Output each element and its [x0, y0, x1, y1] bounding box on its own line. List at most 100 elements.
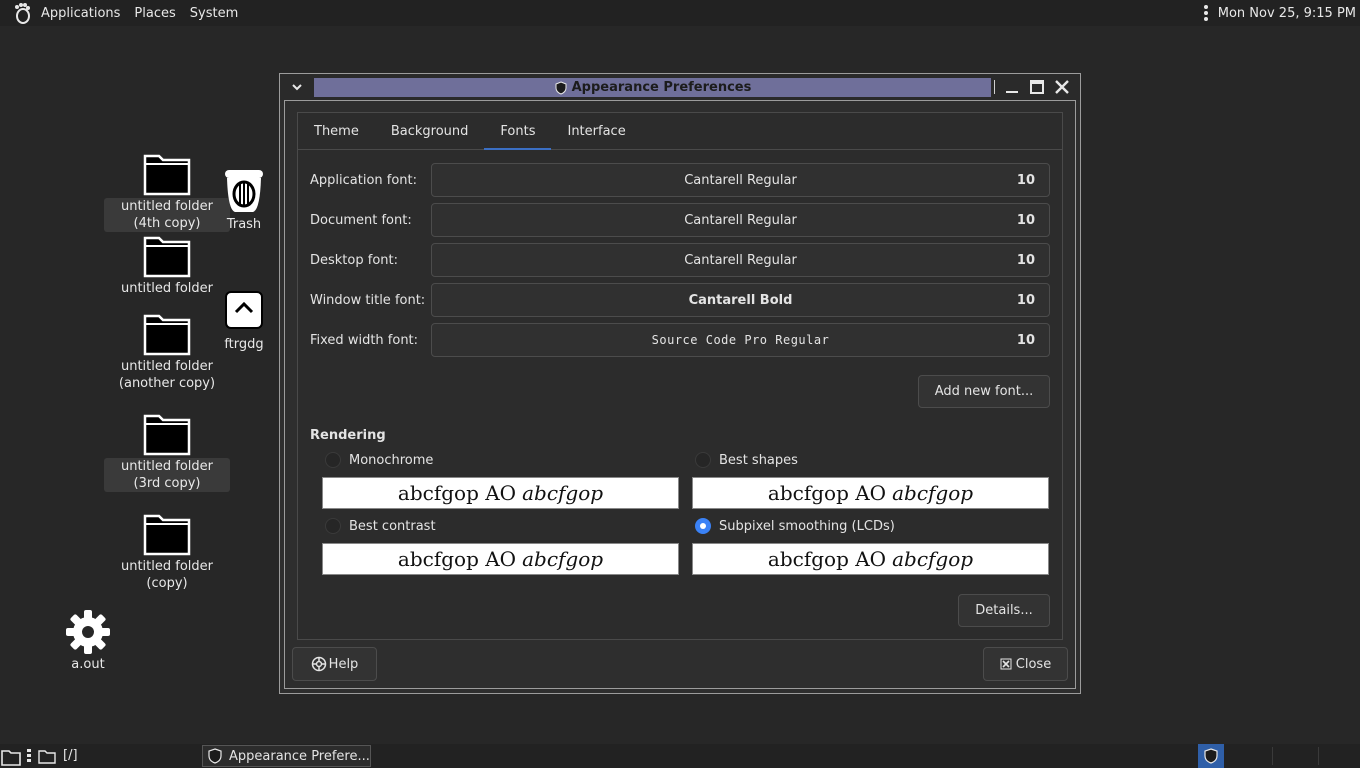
preview-italic: abcfgop	[892, 481, 974, 505]
tray-separator	[1318, 747, 1319, 765]
radio-button[interactable]	[325, 518, 341, 534]
details-button[interactable]: Details...	[958, 594, 1050, 627]
font-label: Application font:	[310, 172, 418, 188]
close-x-icon	[1000, 658, 1012, 670]
maximize-icon[interactable]	[1029, 79, 1045, 95]
title-separator	[994, 80, 995, 94]
file-browser-folder-icon[interactable]	[38, 748, 56, 764]
radio-label: Subpixel smoothing (LCDs)	[719, 518, 895, 534]
show-desktop-icon[interactable]	[0, 745, 22, 767]
help-button[interactable]: Help	[292, 647, 377, 681]
desktop-icon-folder-4th-copy[interactable]: untitled folder (4th copy)	[104, 148, 230, 232]
panel-handle-icon[interactable]	[27, 749, 31, 762]
tab-fonts[interactable]: Fonts	[484, 113, 552, 150]
preview-best-contrast: abcfgop AO abcfgop	[322, 543, 679, 575]
menu-system[interactable]: System	[183, 6, 245, 21]
font-label: Fixed width font:	[310, 332, 419, 348]
close-button[interactable]: Close	[983, 647, 1068, 681]
top-right-tray: Mon Nov 25, 9:15 PM	[1198, 0, 1356, 26]
add-new-font-button[interactable]: Add new font...	[918, 375, 1050, 408]
minimize-icon[interactable]	[1004, 79, 1020, 95]
gnome-foot-icon[interactable]	[10, 2, 32, 24]
window-menu-chevron-icon[interactable]	[290, 80, 304, 94]
desktop-icon-label: untitled folder (4th copy)	[104, 198, 230, 232]
font-size: 10	[1016, 292, 1035, 308]
menu-applications[interactable]: Applications	[34, 6, 127, 21]
font-row-window-title: Window title font: Cantarell Bold 10	[310, 283, 1050, 317]
tray-app-shield-icon[interactable]	[1198, 744, 1224, 768]
radio-label: Best shapes	[719, 452, 798, 468]
close-icon[interactable]	[1054, 79, 1070, 95]
tray-separator	[1272, 747, 1273, 765]
preview-best-shapes: abcfgop AO abcfgop	[692, 477, 1049, 509]
tab-background[interactable]: Background	[375, 113, 485, 150]
radio-best-contrast[interactable]: Best contrast	[325, 517, 436, 535]
app-shield-icon	[208, 748, 222, 764]
desktop-icon-a-out[interactable]: a.out	[58, 608, 118, 673]
font-label: Document font:	[310, 212, 412, 228]
radio-button[interactable]	[695, 452, 711, 468]
font-size: 10	[1016, 332, 1035, 348]
desktop-icon-label: untitled folder (another copy)	[118, 359, 216, 391]
desktop-icon-label: a.out	[71, 657, 105, 672]
desktop-icon-trash[interactable]: Trash	[214, 164, 274, 233]
font-name: Cantarell Regular	[684, 252, 797, 268]
radio-button[interactable]	[325, 452, 341, 468]
window-title-font-button[interactable]: Cantarell Bold 10	[431, 283, 1050, 317]
window-titlebar[interactable]: Appearance Preferences	[280, 74, 1080, 100]
preview-plain: abcfgop AO	[397, 547, 517, 571]
preview-plain: abcfgop AO	[767, 547, 887, 571]
desktop-font-button[interactable]: Cantarell Regular 10	[431, 243, 1050, 277]
font-name: Cantarell Regular	[684, 212, 797, 228]
folder-icon	[143, 514, 191, 556]
desktop-icon-folder-3rd-copy[interactable]: untitled folder (3rd copy)	[104, 408, 230, 492]
tab-theme[interactable]: Theme	[298, 113, 375, 150]
document-font-button[interactable]: Cantarell Regular 10	[431, 203, 1050, 237]
kebab-menu-icon[interactable]	[1198, 3, 1214, 23]
shield-icon	[1204, 748, 1218, 764]
menu-places[interactable]: Places	[127, 6, 182, 21]
radio-label: Monochrome	[349, 452, 434, 468]
desktop-icon-folder-another-copy[interactable]: untitled folder (another copy)	[104, 308, 230, 392]
tab-bar: Theme Background Fonts Interface	[298, 113, 1062, 150]
folder-icon	[143, 154, 191, 196]
font-name: Source Code Pro Regular	[651, 333, 830, 347]
desktop-icon-folder-copy[interactable]: untitled folder (copy)	[100, 508, 234, 592]
tab-interface[interactable]: Interface	[551, 113, 641, 150]
font-name: Cantarell Regular	[684, 172, 797, 188]
font-row-desktop: Desktop font: Cantarell Regular 10	[310, 243, 1050, 277]
folder-icon	[143, 236, 191, 278]
preview-italic: abcfgop	[522, 481, 604, 505]
path-indicator[interactable]: [/]	[63, 748, 78, 763]
radio-button-selected[interactable]	[695, 518, 711, 534]
font-size: 10	[1016, 172, 1035, 188]
preview-subpixel-smoothing: abcfgop AO abcfgop	[692, 543, 1049, 575]
help-lifebuoy-icon	[311, 656, 326, 672]
top-menu: Applications Places System	[0, 0, 245, 26]
desktop-icon-folder[interactable]: untitled folder	[104, 230, 230, 297]
clock[interactable]: Mon Nov 25, 9:15 PM	[1218, 6, 1356, 21]
gear-icon	[66, 610, 110, 654]
fixed-width-font-button[interactable]: Source Code Pro Regular 10	[431, 323, 1050, 357]
close-label: Close	[1015, 656, 1052, 672]
font-size: 10	[1016, 252, 1035, 268]
folder-icon	[143, 314, 191, 356]
desktop-icon-label: untitled folder	[120, 281, 213, 296]
folder-icon	[143, 414, 191, 456]
title-bar-fill: Appearance Preferences	[314, 78, 991, 97]
application-font-button[interactable]: Cantarell Regular 10	[431, 163, 1050, 197]
font-row-application: Application font: Cantarell Regular 10	[310, 163, 1050, 197]
radio-subpixel-smoothing[interactable]: Subpixel smoothing (LCDs)	[695, 517, 895, 535]
file-icon	[225, 291, 263, 329]
radio-label: Best contrast	[349, 518, 436, 534]
preview-italic: abcfgop	[892, 547, 974, 571]
radio-monochrome[interactable]: Monochrome	[325, 451, 433, 469]
font-size: 10	[1016, 212, 1035, 228]
preferences-notebook: Theme Background Fonts Interface Applica…	[297, 112, 1063, 640]
font-name: Cantarell Bold	[688, 292, 793, 308]
font-row-document: Document font: Cantarell Regular 10	[310, 203, 1050, 237]
font-label: Window title font:	[310, 292, 426, 308]
radio-best-shapes[interactable]: Best shapes	[695, 451, 798, 469]
window-title: Appearance Preferences	[571, 80, 752, 95]
taskbar-appearance-preferences[interactable]: Appearance Prefere...	[202, 745, 371, 767]
